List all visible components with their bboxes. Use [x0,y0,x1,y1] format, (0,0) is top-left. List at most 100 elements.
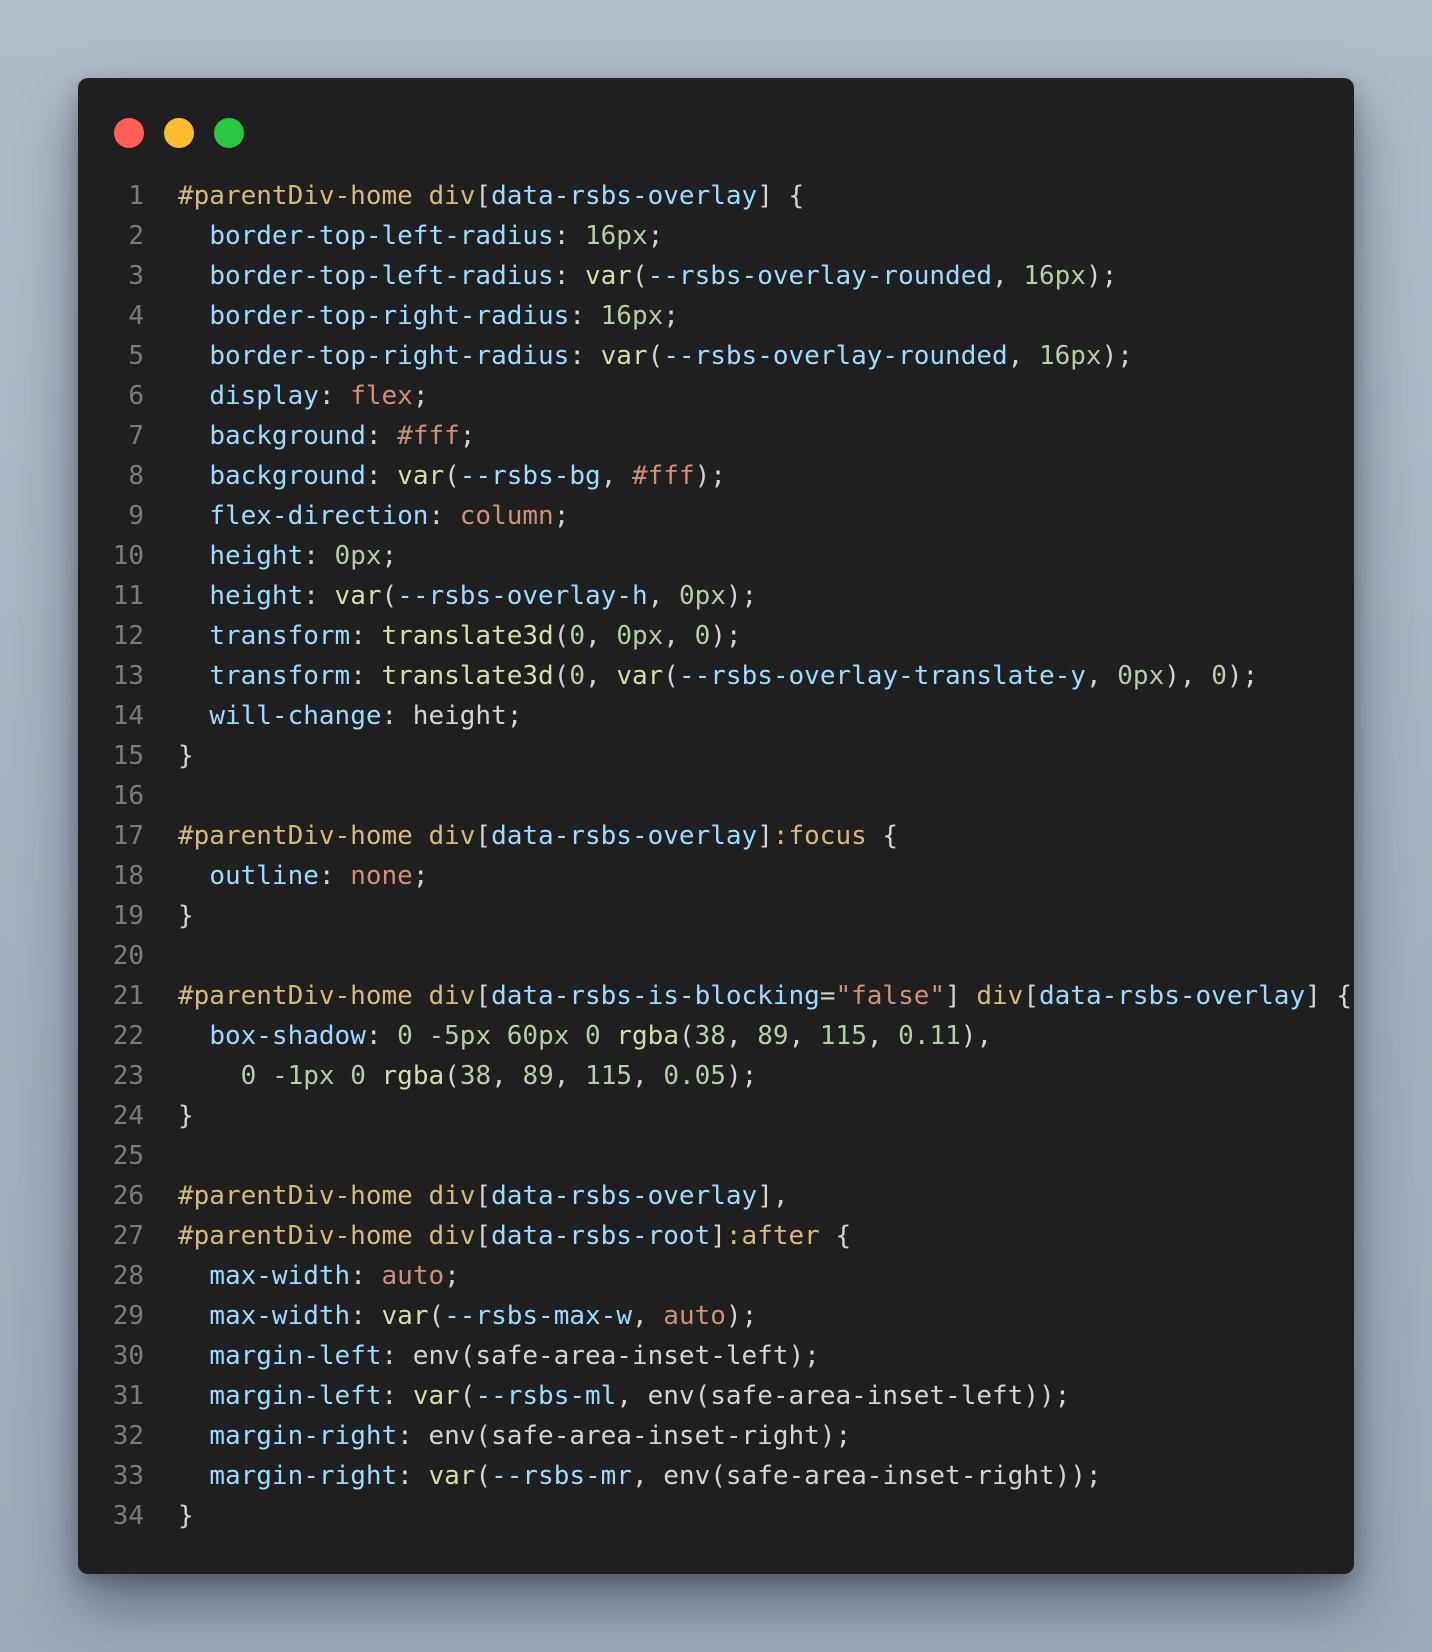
close-button[interactable] [114,118,144,148]
code-token: flex-direction [209,501,429,531]
code-token: ; [663,301,679,331]
code-token: --rsbs-overlay-h [397,581,648,611]
line-text: flex-direction: column; [178,496,1354,536]
code-token: transform [209,661,351,691]
code-token: ], [757,1181,789,1211]
code-token: : [381,1381,413,1411]
line-number: 17 [112,821,144,851]
line-number: 7 [128,421,144,451]
line-number: 9 [128,501,144,531]
code-token: } [178,901,194,931]
code-token: ] [710,1221,726,1251]
code-token: 0 [694,621,711,651]
line-number: 12 [112,621,144,651]
code-token: height [209,541,304,571]
line-text: margin-left: var(--rsbs-ml, env(safe-are… [178,1376,1354,1416]
code-token: ; [412,861,429,891]
code-token: box-shadow [209,1021,366,1051]
code-line: 15} [78,736,1354,776]
code-token: var [381,1301,429,1331]
code-token: } [178,741,194,771]
code-line: 25 [78,1136,1354,1176]
code-token: [ [475,1181,492,1211]
code-token: , [866,1021,899,1051]
code-line: 24} [78,1096,1354,1136]
code-token: ); [710,621,742,651]
code-token: margin-left [209,1341,382,1371]
code-token: , env(safe-area-inset-left)); [616,1381,1071,1411]
line-text: } [178,736,1354,776]
maximize-button[interactable] [214,118,244,148]
line-number: 33 [112,1461,144,1491]
code-token: , [585,661,617,691]
code-line: 31 margin-left: var(--rsbs-ml, env(safe-… [78,1376,1354,1416]
code-token: ( [459,1381,476,1411]
code-token: } [178,1501,194,1531]
code-token: #parentDiv-home div [178,1181,476,1211]
code-token: , [632,1061,664,1091]
code-token: ] [757,821,773,851]
code-token: flex [350,381,413,411]
code-token: #parentDiv-home div [178,981,476,1011]
code-token: : [318,861,351,891]
code-token: [ [475,981,492,1011]
code-line: 34} [78,1496,1354,1536]
line-text: border-top-left-radius: 16px; [178,216,1354,256]
code-token: ); [1226,661,1259,691]
code-line: 28 max-width: auto; [78,1256,1354,1296]
line-number: 11 [112,581,144,611]
code-token: var [616,661,664,691]
code-line: 11 height: var(--rsbs-overlay-h, 0px); [78,576,1354,616]
line-number: 8 [128,461,144,491]
code-line: 13 transform: translate3d(0, var(--rsbs-… [78,656,1354,696]
code-token: ; [647,221,664,251]
line-text: 0 -1px 0 rgba(38, 89, 115, 0.05); [178,1056,1354,1096]
code-editor: 1 #parentDiv-home div[data-rsbs-overlay] … [78,176,1354,1536]
code-token: : [350,1301,382,1331]
code-token: ); [725,1061,758,1091]
code-token: var [397,461,445,491]
line-number: 4 [128,301,144,331]
minimize-button[interactable] [164,118,194,148]
code-token: display [209,381,319,411]
line-number: 10 [112,541,144,571]
line-text: } [178,1096,1354,1136]
line-number: 28 [112,1261,144,1291]
code-token: : [365,1021,398,1051]
code-token: 16px [1023,261,1086,291]
code-token: margin-right [209,1461,398,1491]
line-number: 23 [112,1061,144,1091]
code-token: 0px [616,621,664,651]
code-token: : [553,261,585,291]
code-token: ( [553,661,570,691]
code-token: : [553,221,585,251]
code-token: --rsbs-overlay-rounded [647,261,992,291]
code-token: 16px [1038,341,1102,371]
code-token: ( [444,1061,460,1091]
code-token: border-top-right-radius [209,341,570,371]
code-token: 0 [585,1021,601,1051]
code-token: ( [428,1301,445,1331]
code-token: , env(safe-area-inset-right)); [631,1461,1102,1491]
code-token: 0 [397,1021,413,1051]
code-line: 29 max-width: var(--rsbs-max-w, auto); [78,1296,1354,1336]
code-token: var [334,581,382,611]
code-token: --rsbs-max-w [444,1301,632,1331]
code-token: 16px [600,301,664,331]
code-token: : [397,1461,429,1491]
code-token: none [350,861,413,891]
code-token: ] { [1305,981,1353,1011]
code-token: : [428,501,460,531]
code-token: 0 [569,621,586,651]
code-token: : [365,461,398,491]
code-token: [ [475,181,492,211]
line-number: 18 [112,861,144,891]
line-text: max-width: var(--rsbs-max-w, auto); [178,1296,1354,1336]
code-token: data-rsbs-overlay [1038,981,1306,1011]
code-token: ); [694,461,726,491]
code-token: , [491,1061,523,1091]
